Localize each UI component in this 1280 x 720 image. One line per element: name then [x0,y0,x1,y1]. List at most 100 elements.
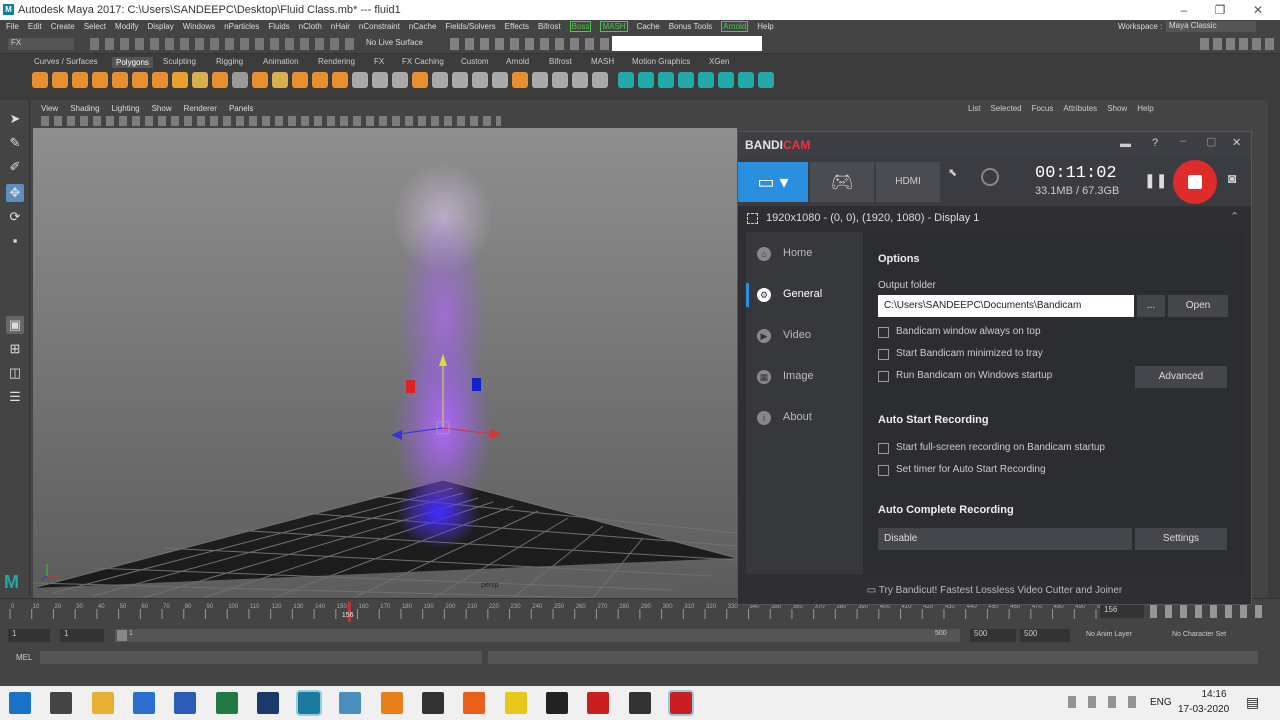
checkbox[interactable] [878,443,889,454]
anim-layer-select[interactable]: No Anim Layer [1086,631,1132,638]
shelf-tool-icon[interactable] [152,72,168,88]
channel-menu-help[interactable]: Help [1137,104,1153,113]
shelf-tab-xgen[interactable]: XGen [709,57,729,66]
shelf-tab-custom[interactable]: Custom [461,57,489,66]
shelf-tab-bifrost[interactable]: Bifrost [549,57,572,66]
mel-input[interactable] [40,651,482,664]
shelf-tool-icon[interactable] [572,72,588,88]
shelf-tool-icon[interactable] [432,72,448,88]
shelf-tab-arnold[interactable]: Arnold [506,57,529,66]
menu-fluids[interactable]: Fluids [268,22,289,31]
shelf-tool-icon[interactable] [738,72,754,88]
viewport-menu-show[interactable]: Show [152,104,172,113]
bandicam-maximize-icon[interactable]: ▢ [1206,135,1216,148]
shelf-tab-motiongraphics[interactable]: Motion Graphics [632,57,690,66]
3d-viewport[interactable]: persp [33,128,737,598]
viewport-menu-view[interactable]: View [41,104,58,113]
shelf-tool-icon[interactable] [352,72,368,88]
notification-icon[interactable]: ▤ [1246,694,1259,711]
viewport-tool-icons[interactable] [41,116,501,126]
menu-edit[interactable]: Edit [28,22,42,31]
webcam-icon[interactable] [981,168,999,186]
menu-ncache[interactable]: nCache [409,22,437,31]
shelf-tab-polygons[interactable]: Polygons [112,57,153,68]
shelf-tool-icon[interactable] [172,72,188,88]
layout-single-icon[interactable]: ▣ [6,316,24,334]
shelf-tool-icon[interactable] [452,72,468,88]
menu-bifrost[interactable]: Bifrost [538,22,561,31]
bandicut-promo[interactable]: ▭ Try Bandicut! Fastest Lossless Video C… [738,578,1251,604]
menu-cache[interactable]: Cache [637,22,660,31]
word-icon[interactable] [174,692,197,714]
screen-mode-icon[interactable]: ▭ ▾ [738,162,808,202]
bandicam-icon[interactable] [667,690,694,716]
acrobat-icon[interactable] [587,692,610,714]
shelf-tab-fx[interactable]: FX [374,57,384,66]
move-tool-icon[interactable]: ✥ [6,184,24,202]
shelf-tool-icon[interactable] [618,72,634,88]
channel-menu-focus[interactable]: Focus [1032,104,1054,113]
app-icon[interactable] [339,692,362,714]
close-icon[interactable]: ✕ [1248,3,1268,17]
help-icon[interactable]: ? [1152,137,1158,149]
menu-effects[interactable]: Effects [505,22,529,31]
menu-help[interactable]: Help [757,22,773,31]
record-stop-button[interactable] [1173,160,1217,204]
nav-image[interactable]: ▦ Image [746,357,863,397]
shelf-tool-icon[interactable] [592,72,608,88]
channel-menu-selected[interactable]: Selected [990,104,1021,113]
checkbox[interactable] [878,371,889,382]
render-icons[interactable] [450,38,610,50]
anim-start-field[interactable]: 1 [60,629,104,642]
shelf-tab-rigging[interactable]: Rigging [216,57,243,66]
menu-nparticles[interactable]: nParticles [224,22,259,31]
shelf-tool-icon[interactable] [658,72,674,88]
side-tabs[interactable] [1268,100,1280,600]
shelf-tool-icon[interactable] [638,72,654,88]
shelf-tab-curvessurfaces[interactable]: Curves / Surfaces [34,57,98,66]
store-icon[interactable] [132,692,155,714]
clock-time[interactable]: 14:16 [1194,689,1234,700]
game-mode-icon[interactable]: 🎮︎ [810,162,874,202]
shelf-tool-icon[interactable] [192,72,208,88]
start-frame-field[interactable]: 1 [8,629,50,642]
shelf-tool-icon[interactable] [72,72,88,88]
shelf-tool-icon[interactable] [112,72,128,88]
shelf-tool-icon[interactable] [698,72,714,88]
range-slider[interactable]: 1 500 [115,629,960,642]
shelf-tool-icon[interactable] [718,72,734,88]
shelf-tab-fxcaching[interactable]: FX Caching [402,57,444,66]
maximize-icon[interactable]: ❐ [1210,3,1230,17]
auto-complete-select[interactable]: Disable [878,528,1132,550]
viewport-menu-lighting[interactable]: Lighting [112,104,140,113]
output-folder-input[interactable]: C:\Users\SANDEEPC\Documents\Bandicam [878,295,1134,317]
settings-button[interactable]: Settings [1135,528,1227,550]
viewport-menu-panels[interactable]: Panels [229,104,253,113]
nav-general[interactable]: ⚙ General [746,275,863,315]
checkbox[interactable] [878,349,889,360]
folder-icon[interactable]: ▬ [1120,138,1131,150]
hdmi-mode-icon[interactable]: HDMI [876,162,940,202]
menu-mash[interactable]: MASH [600,21,628,32]
menu-ncloth[interactable]: nCloth [299,22,322,31]
calculator-icon[interactable] [422,692,444,714]
paint-select-icon[interactable]: ✐ [6,158,24,176]
pause-icon[interactable]: ❚❚ [1144,172,1167,189]
collapse-icon[interactable]: ⌃ [1230,210,1239,223]
excel-icon[interactable] [215,692,238,714]
shelf-tool-icon[interactable] [52,72,68,88]
firefox-icon[interactable] [463,692,486,714]
game-icon[interactable] [545,692,568,714]
unity-icon[interactable] [628,692,651,714]
shelf-tool-icon[interactable] [472,72,488,88]
bandicam-close-icon[interactable]: ✕ [1232,136,1241,149]
open-button[interactable]: Open [1168,295,1228,317]
maya-icon[interactable] [296,690,323,716]
channel-menu-attributes[interactable]: Attributes [1063,104,1097,113]
layout-two-icon[interactable]: ◫ [6,364,24,382]
menu-windows[interactable]: Windows [183,22,215,31]
nav-home[interactable]: ⌂ Home [746,234,863,274]
panel-toggle-icons[interactable] [1200,38,1275,50]
vlc-icon[interactable] [380,692,403,714]
select-tool-icon[interactable]: ➤ [6,110,24,128]
